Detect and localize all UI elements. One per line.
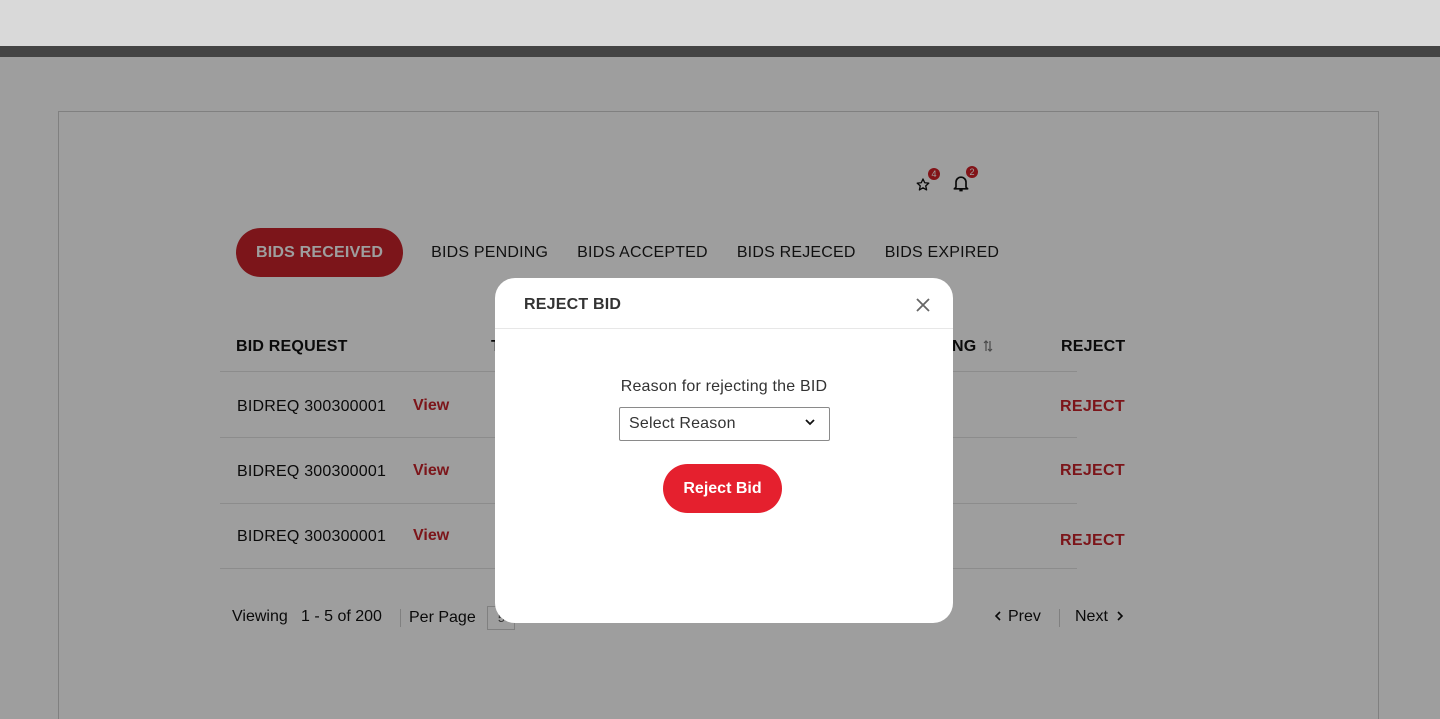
reason-select-value: Select Reason bbox=[629, 415, 736, 432]
reason-label: Reason for rejecting the BID bbox=[620, 378, 828, 395]
reject-bid-button[interactable]: Reject Bid bbox=[663, 464, 782, 513]
browser-topbar bbox=[0, 0, 1440, 46]
close-button[interactable] bbox=[913, 295, 933, 315]
chevron-down-icon bbox=[805, 419, 815, 426]
close-icon bbox=[916, 298, 930, 312]
reject-bid-modal: REJECT BID Reason for rejecting the BID … bbox=[495, 278, 953, 623]
reason-select[interactable]: Select Reason bbox=[619, 407, 830, 441]
modal-header: REJECT BID bbox=[495, 278, 953, 329]
modal-title: REJECT BID bbox=[524, 296, 622, 313]
